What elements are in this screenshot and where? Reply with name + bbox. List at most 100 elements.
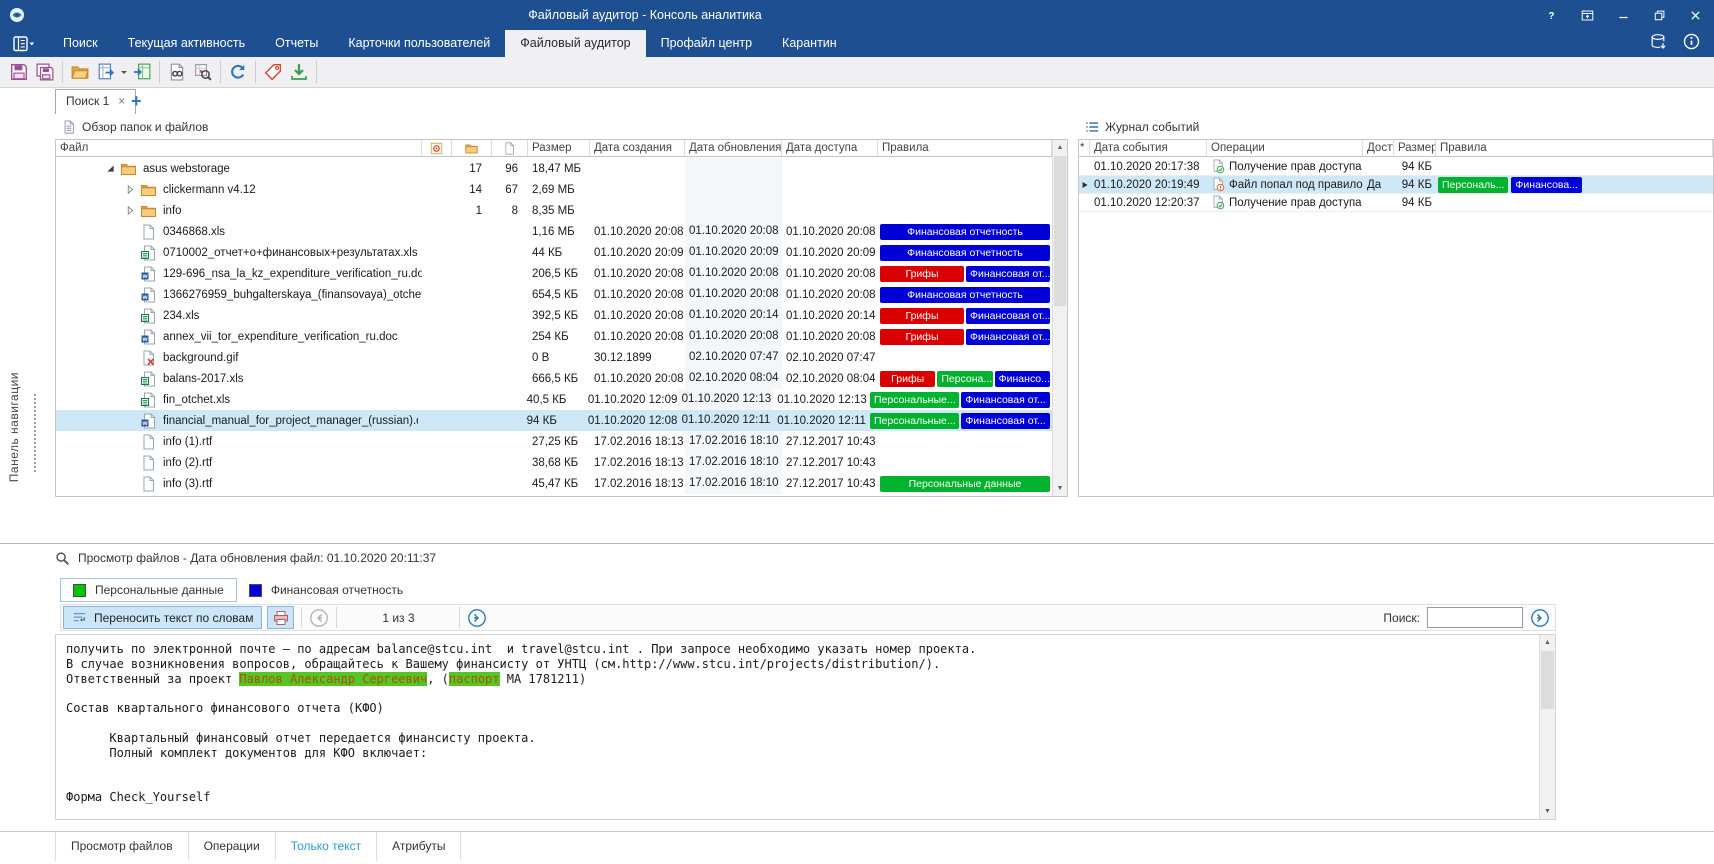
rules-cell: Финансовая отчетность — [878, 243, 1052, 263]
export-button-dropdown[interactable] — [119, 59, 129, 85]
column-event-size[interactable]: Размер — [1394, 140, 1436, 156]
previous-page-button[interactable] — [309, 608, 329, 628]
triangle-icon — [126, 185, 135, 194]
save-all-button[interactable] — [32, 59, 58, 85]
menu-tab-3[interactable]: Отчеты — [260, 30, 333, 57]
menu-tab-5[interactable]: Файловый аудитор — [505, 30, 645, 57]
table-row[interactable]: background.gif0 В30.12.189902.10.2020 07… — [56, 347, 1052, 368]
event-row[interactable]: 01.10.2020 20:19:49Файл попал под правил… — [1079, 176, 1713, 194]
menu-tab-6[interactable]: Профайл центр — [646, 30, 767, 57]
refresh-button[interactable] — [225, 59, 251, 85]
file-grid-scrollbar[interactable]: ▲ ▼ — [1052, 140, 1067, 496]
scroll-up-icon[interactable]: ▲ — [1053, 140, 1067, 155]
table-row[interactable]: asus webstorage179618,47 МБ — [56, 158, 1052, 179]
table-row[interactable]: 234.xls392,5 КБ01.10.2020 20:0801.10.202… — [56, 305, 1052, 326]
export-database-button[interactable] — [1650, 33, 1667, 55]
open-button[interactable] — [67, 59, 93, 85]
column-rules-flag[interactable] — [422, 140, 452, 156]
table-row[interactable]: wannex_vii_tor_expenditure_verification_… — [56, 326, 1052, 347]
column-file-count[interactable] — [492, 140, 528, 156]
table-row[interactable]: info (1).rtf27,25 КБ17.02.2016 18:1317.0… — [56, 431, 1052, 452]
text-line — [66, 686, 1539, 701]
scroll-down-icon[interactable]: ▼ — [1540, 804, 1555, 819]
ribbon-toggle-button[interactable] — [1574, 4, 1600, 26]
table-row[interactable]: w129-696_nsa_la_kz_expenditure_verificat… — [56, 263, 1052, 284]
expander-spacer — [126, 437, 140, 447]
search-go-button[interactable] — [1530, 608, 1550, 628]
expander-icon[interactable] — [106, 164, 120, 174]
table-row[interactable]: balans-2017.xls666,5 КБ01.10.2020 20:080… — [56, 368, 1052, 389]
legend-tab[interactable]: Персональные данные — [60, 578, 237, 602]
word-wrap-button[interactable]: Переносить текст по словам — [63, 606, 262, 629]
preview-scrollbar[interactable]: ▲ ▼ — [1539, 635, 1555, 819]
created-cell: 01.10.2020 20:08 — [590, 373, 685, 385]
send-to-grid-button[interactable] — [129, 59, 155, 85]
tab-search-1[interactable]: Поиск 1 × — [55, 89, 136, 114]
column-access[interactable]: Доступ — [1363, 140, 1394, 156]
table-row[interactable]: w1366276959_buhgalterskaya_(finansovaya)… — [56, 284, 1052, 305]
expander-icon[interactable] — [126, 185, 140, 195]
scroll-thumb[interactable] — [1541, 651, 1554, 709]
find-location-button[interactable] — [190, 59, 216, 85]
column-accessed[interactable]: Дата доступа — [782, 140, 878, 156]
horizontal-divider[interactable] — [0, 543, 1714, 544]
preview-search-input[interactable] — [1427, 607, 1523, 628]
preview-tab-1[interactable]: Просмотр файлов — [55, 832, 189, 861]
column-folder-count[interactable] — [452, 140, 492, 156]
document-text[interactable]: получить по электронной почте – по адрес… — [56, 635, 1539, 819]
save-all-icon — [36, 63, 54, 81]
table-row[interactable]: fin_otchet.xls40,5 КБ01.10.2020 12:0901.… — [56, 389, 1052, 410]
legend-tab[interactable]: Финансовая отчетность — [237, 578, 415, 602]
next-page-button[interactable] — [467, 608, 487, 628]
file-name: info (1).rtf — [163, 436, 212, 448]
help-button[interactable]: ? — [1538, 4, 1564, 26]
column-created[interactable]: Дата создания — [590, 140, 685, 156]
column-event-date[interactable]: Дата события — [1090, 140, 1207, 156]
about-button[interactable] — [1683, 33, 1700, 55]
scroll-up-icon[interactable]: ▲ — [1540, 635, 1555, 650]
column-updated[interactable]: Дата обновления — [685, 140, 782, 156]
export-button[interactable] — [93, 59, 119, 85]
restore-button[interactable] — [1646, 4, 1672, 26]
table-row[interactable]: 0710002_отчет+о+финансовых+результатах.x… — [56, 242, 1052, 263]
event-row[interactable]: 01.10.2020 20:17:38Получение прав доступ… — [1079, 158, 1713, 176]
table-row[interactable]: wfinancial_manual_for_project_manager_(r… — [56, 410, 1052, 431]
folder-icon — [120, 161, 137, 177]
add-tab-button[interactable]: + — [131, 90, 142, 112]
print-button[interactable] — [267, 606, 294, 629]
find-in-files-button[interactable] — [164, 59, 190, 85]
column-operations[interactable]: Операции — [1207, 140, 1363, 156]
menu-tab-2[interactable]: Текущая активность — [113, 30, 260, 57]
save-button[interactable] — [6, 59, 32, 85]
menu-tab-1[interactable]: Поиск — [48, 30, 113, 57]
download-button[interactable] — [286, 59, 312, 85]
size-cell: 0 В — [528, 352, 590, 364]
table-row[interactable]: clickermann v4.1214672,69 МБ — [56, 179, 1052, 200]
menu-tab-7[interactable]: Карантин — [767, 30, 852, 57]
app-menu-button[interactable] — [0, 30, 48, 57]
table-row[interactable]: info (3).rtf45,47 КБ17.02.2016 18:1317.0… — [56, 473, 1052, 494]
minimize-button[interactable] — [1610, 4, 1636, 26]
splitter-handle[interactable] — [34, 394, 36, 472]
menu-tab-4[interactable]: Карточки пользователей — [333, 30, 505, 57]
column-size[interactable]: Размер — [528, 140, 590, 156]
expander-icon[interactable] — [126, 206, 140, 216]
close-button[interactable] — [1682, 4, 1708, 26]
table-row[interactable]: info (2).rtf38,68 КБ17.02.2016 18:1317.0… — [56, 452, 1052, 473]
column-rules[interactable]: Правила — [878, 140, 1052, 156]
toolbar-separator — [159, 61, 160, 83]
column-file[interactable]: Файл — [56, 140, 422, 156]
table-row[interactable]: 0346868.xls1,16 МБ01.10.2020 20:0801.10.… — [56, 221, 1052, 242]
scroll-thumb[interactable] — [1054, 156, 1066, 306]
preview-tab-2[interactable]: Операции — [189, 832, 276, 861]
updated-cell: 01.10.2020 20:08 — [685, 284, 782, 305]
event-row[interactable]: 01.10.2020 12:20:37Получение прав доступ… — [1079, 194, 1713, 212]
preview-tab-3[interactable]: Только текст — [276, 832, 377, 861]
preview-tab-4[interactable]: Атрибуты — [377, 832, 461, 861]
scroll-down-icon[interactable]: ▼ — [1053, 481, 1067, 496]
table-row[interactable]: info188,35 МБ — [56, 200, 1052, 221]
column-event-rules[interactable]: Правила — [1436, 140, 1713, 156]
tag-button[interactable] — [260, 59, 286, 85]
close-tab-icon[interactable]: × — [118, 90, 125, 114]
file-cell: info (2).rtf — [56, 455, 422, 471]
